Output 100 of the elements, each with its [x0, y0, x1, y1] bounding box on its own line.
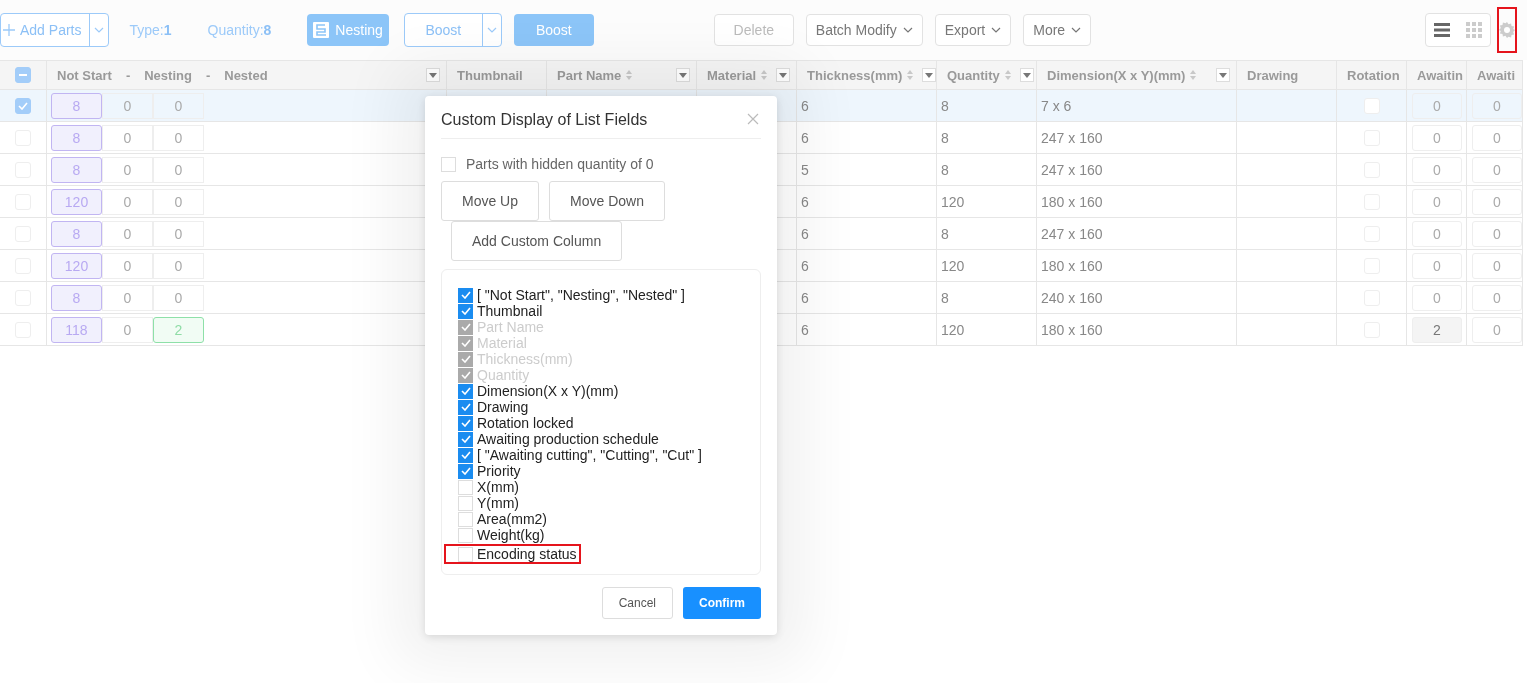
field-option[interactable]: [ "Awaiting cutting", "Cutting", "Cut" ]: [458, 447, 702, 463]
status-count: 0: [102, 188, 153, 215]
export-button[interactable]: Export: [934, 14, 1012, 46]
field-option[interactable]: Awaiting production schedule: [458, 431, 659, 447]
column-title: Not Start: [57, 67, 112, 83]
table-cell: 180 x 160: [1037, 186, 1237, 218]
count-field[interactable]: 0: [1472, 92, 1522, 119]
table-cell: 7 x 6: [1037, 90, 1237, 122]
table-cell: 120: [937, 314, 1037, 346]
table-cell: 180 x 160: [1037, 250, 1237, 282]
table-cell: 8: [937, 218, 1037, 250]
field-option[interactable]: X(mm): [458, 479, 519, 495]
status-count: 0: [102, 92, 153, 119]
field-option[interactable]: Thumbnail: [458, 303, 543, 319]
status-count: 0: [153, 156, 204, 183]
table-cell: 6: [797, 218, 937, 250]
field-option[interactable]: Drawing: [458, 399, 529, 415]
count-field[interactable]: 2: [1412, 316, 1462, 343]
table-cell: 120: [937, 186, 1037, 218]
status-count: 120: [51, 188, 102, 215]
field-option[interactable]: Rotation locked: [458, 415, 574, 431]
more-button[interactable]: More: [1023, 14, 1092, 46]
count-field[interactable]: 0: [1472, 124, 1522, 151]
count-field[interactable]: 0: [1412, 92, 1462, 119]
count-field[interactable]: 0: [1412, 188, 1462, 215]
status-count: 0: [102, 284, 153, 311]
status-count: 8: [51, 124, 102, 151]
status-count: 0: [102, 156, 153, 183]
add-parts-main[interactable]: Add Parts: [1, 14, 91, 46]
column-title: Awaitin: [1417, 67, 1463, 83]
count-field[interactable]: 0: [1472, 188, 1522, 215]
dialog-title: Custom Display of List Fields: [441, 111, 648, 129]
count-field[interactable]: 0: [1472, 316, 1522, 343]
highlighted-field-option[interactable]: Encoding status: [446, 546, 579, 562]
count-field[interactable]: 0: [1412, 252, 1462, 279]
batch-modify-button[interactable]: Batch Modify: [805, 14, 923, 46]
column-title: -: [205, 67, 211, 83]
count-field[interactable]: 0: [1412, 156, 1462, 183]
quantity-count: Quantity:8: [207, 22, 272, 38]
table-cell: 6: [797, 122, 937, 154]
status-count: 0: [102, 124, 153, 151]
status-count: 118: [51, 316, 102, 343]
status-count: 8: [51, 220, 102, 247]
field-option[interactable]: Y(mm): [458, 495, 519, 511]
add-parts-button[interactable]: Add Parts: [0, 13, 110, 47]
column-title: Nested: [224, 67, 268, 83]
table-cell: 247 x 160: [1037, 122, 1237, 154]
column-title: Thickness(mm): [807, 67, 903, 83]
column-title: Dimension(X x Y)(mm): [1047, 67, 1186, 83]
column-title: Material: [707, 67, 757, 83]
table-cell: 120: [937, 250, 1037, 282]
dialog-button[interactable]: Move Up: [441, 181, 540, 221]
table-cell: 6: [797, 90, 937, 122]
column-title: Rotation: [1347, 67, 1400, 83]
field-option[interactable]: [ "Not Start", "Nesting", "Nested" ]: [458, 287, 685, 303]
status-count: 8: [51, 284, 102, 311]
status-count: 0: [102, 316, 153, 343]
status-count: 8: [51, 92, 102, 119]
count-field[interactable]: 0: [1412, 284, 1462, 311]
table-cell: 8: [937, 154, 1037, 186]
count-field[interactable]: 0: [1472, 156, 1522, 183]
count-field[interactable]: 0: [1472, 220, 1522, 247]
status-count: 0: [102, 252, 153, 279]
column-title: Nesting: [144, 67, 192, 83]
status-count: 8: [51, 156, 102, 183]
status-count: 0: [153, 92, 204, 119]
table-cell: 8: [937, 282, 1037, 314]
column-title: Awaiti: [1477, 67, 1516, 83]
boost-main[interactable]: Boost: [404, 14, 483, 46]
table-cell: 5: [797, 154, 937, 186]
status-count: 2: [153, 316, 204, 343]
status-count: 0: [153, 284, 204, 311]
checkbox-label: Parts with hidden quantity of 0: [466, 156, 654, 172]
confirm-button[interactable]: Confirm: [683, 587, 761, 619]
cancel-button[interactable]: Cancel: [601, 587, 673, 619]
status-count: 120: [51, 252, 102, 279]
table-cell: 6: [797, 186, 937, 218]
status-count: 0: [153, 220, 204, 247]
status-count: 0: [153, 124, 204, 151]
count-field[interactable]: 0: [1412, 220, 1462, 247]
dialog-button[interactable]: Add Custom Column: [451, 221, 623, 261]
status-count: 0: [153, 188, 204, 215]
column-title: Part Name: [557, 67, 622, 83]
count-field[interactable]: 0: [1472, 252, 1522, 279]
field-option[interactable]: Weight(kg): [458, 527, 545, 543]
column-title: Quantity: [947, 67, 1000, 83]
field-option[interactable]: Area(mm2): [458, 511, 547, 527]
status-count: 0: [102, 220, 153, 247]
count-field[interactable]: 0: [1412, 124, 1462, 151]
field-option[interactable]: Priority: [458, 463, 521, 479]
dialog-button[interactable]: Move Down: [549, 181, 665, 221]
delete-button[interactable]: Delete: [713, 14, 794, 46]
column-title: Drawing: [1247, 67, 1299, 83]
nesting-button[interactable]: Nesting: [307, 14, 389, 46]
table-cell: 6: [797, 282, 937, 314]
boost-button[interactable]: Boost: [513, 14, 594, 46]
table-cell: 240 x 160: [1037, 282, 1237, 314]
field-option[interactable]: Dimension(X x Y)(mm): [458, 383, 619, 399]
boost-split-button[interactable]: Boost: [403, 13, 502, 47]
count-field[interactable]: 0: [1472, 284, 1522, 311]
